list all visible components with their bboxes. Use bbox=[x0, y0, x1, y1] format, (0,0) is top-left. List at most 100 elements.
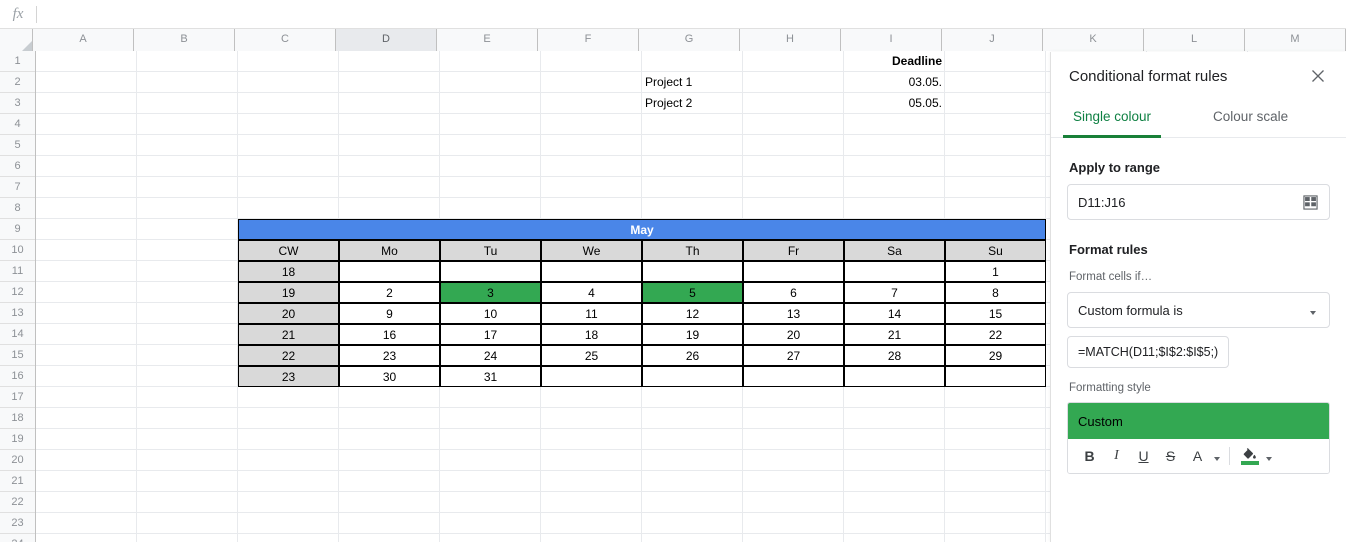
row-header-2[interactable]: 2 bbox=[0, 72, 35, 93]
calendar-header-tu[interactable]: Tu bbox=[440, 240, 541, 261]
column-header-j[interactable]: J bbox=[942, 29, 1043, 51]
calendar-day-cell[interactable]: 13 bbox=[743, 303, 844, 324]
calendar-day-cell[interactable]: 2 bbox=[339, 282, 440, 303]
formula-input[interactable] bbox=[37, 0, 1346, 29]
calendar-day-cell[interactable] bbox=[743, 261, 844, 282]
calendar-day-cell[interactable] bbox=[440, 261, 541, 282]
calendar-day-cell[interactable]: 15 bbox=[945, 303, 1046, 324]
row-header-5[interactable]: 5 bbox=[0, 135, 35, 156]
calendar-day-cell-highlighted[interactable]: 3 bbox=[440, 282, 541, 303]
row-header-18[interactable]: 18 bbox=[0, 408, 35, 429]
bold-button[interactable]: B bbox=[1076, 442, 1103, 470]
calendar-day-cell[interactable]: 30 bbox=[339, 366, 440, 387]
calendar-header-th[interactable]: Th bbox=[642, 240, 743, 261]
calendar-day-cell[interactable]: 22 bbox=[945, 324, 1046, 345]
fill-colour-chevron-down-icon[interactable] bbox=[1263, 442, 1275, 470]
column-header-l[interactable]: L bbox=[1144, 29, 1245, 51]
calendar-week-number[interactable]: 18 bbox=[238, 261, 339, 282]
calendar-day-cell[interactable] bbox=[844, 261, 945, 282]
calendar-week-number[interactable]: 19 bbox=[238, 282, 339, 303]
tab-single-colour[interactable]: Single colour bbox=[1063, 100, 1162, 138]
calendar-week-number[interactable]: 22 bbox=[238, 345, 339, 366]
calendar-day-cell[interactable]: 23 bbox=[339, 345, 440, 366]
calendar-day-cell[interactable]: 21 bbox=[844, 324, 945, 345]
column-header-m[interactable]: M bbox=[1245, 29, 1346, 51]
column-header-c[interactable]: C bbox=[235, 29, 336, 51]
column-header-a[interactable]: A bbox=[33, 29, 134, 51]
calendar-header-su[interactable]: Su bbox=[945, 240, 1046, 261]
calendar-day-cell[interactable]: 10 bbox=[440, 303, 541, 324]
calendar-header-fr[interactable]: Fr bbox=[743, 240, 844, 261]
calendar-day-cell[interactable]: 25 bbox=[541, 345, 642, 366]
calendar-header-we[interactable]: We bbox=[541, 240, 642, 261]
row-header-22[interactable]: 22 bbox=[0, 492, 35, 513]
column-header-g[interactable]: G bbox=[639, 29, 740, 51]
column-header-h[interactable]: H bbox=[740, 29, 841, 51]
row-header-15[interactable]: 15 bbox=[0, 345, 35, 366]
calendar-day-cell[interactable]: 26 bbox=[642, 345, 743, 366]
calendar-day-cell[interactable]: 18 bbox=[541, 324, 642, 345]
column-header-i[interactable]: I bbox=[841, 29, 942, 51]
row-header-6[interactable]: 6 bbox=[0, 156, 35, 177]
calendar-header-mo[interactable]: Mo bbox=[339, 240, 440, 261]
column-header-f[interactable]: F bbox=[538, 29, 639, 51]
column-header-d[interactable]: D bbox=[336, 29, 437, 51]
calendar-day-cell[interactable]: 16 bbox=[339, 324, 440, 345]
row-header-21[interactable]: 21 bbox=[0, 471, 35, 492]
calendar-day-cell[interactable]: 9 bbox=[339, 303, 440, 324]
tab-colour-scale[interactable]: Colour scale bbox=[1203, 100, 1298, 138]
fill-colour-icon[interactable] bbox=[1236, 442, 1263, 470]
calendar-week-number[interactable]: 21 bbox=[238, 324, 339, 345]
italic-button[interactable]: I bbox=[1103, 442, 1130, 470]
row-header-1[interactable]: 1 bbox=[0, 51, 35, 72]
row-header-9[interactable]: 9 bbox=[0, 219, 35, 240]
calendar-day-cell[interactable]: 11 bbox=[541, 303, 642, 324]
cell-I2-deadline-date[interactable]: 03.05. bbox=[844, 72, 945, 93]
cell-G3-project2[interactable]: Project 2 bbox=[642, 93, 743, 114]
column-header-k[interactable]: K bbox=[1043, 29, 1144, 51]
calendar-day-cell[interactable] bbox=[743, 366, 844, 387]
select-all-corner[interactable] bbox=[0, 29, 33, 51]
calendar-day-cell[interactable]: 7 bbox=[844, 282, 945, 303]
condition-dropdown[interactable]: Custom formula is bbox=[1067, 292, 1330, 328]
calendar-day-cell[interactable]: 24 bbox=[440, 345, 541, 366]
column-header-b[interactable]: B bbox=[134, 29, 235, 51]
close-icon[interactable] bbox=[1306, 64, 1330, 88]
cell-G2-project1[interactable]: Project 1 bbox=[642, 72, 743, 93]
row-header-10[interactable]: 10 bbox=[0, 240, 35, 261]
calendar-day-cell[interactable]: 1 bbox=[945, 261, 1046, 282]
row-header-23[interactable]: 23 bbox=[0, 513, 35, 534]
text-colour-button[interactable]: A bbox=[1184, 442, 1211, 470]
row-header-16[interactable]: 16 bbox=[0, 366, 35, 387]
row-header-20[interactable]: 20 bbox=[0, 450, 35, 471]
text-colour-chevron-down-icon[interactable] bbox=[1211, 442, 1223, 470]
calendar-header-sa[interactable]: Sa bbox=[844, 240, 945, 261]
calendar-day-cell[interactable] bbox=[339, 261, 440, 282]
row-header-8[interactable]: 8 bbox=[0, 198, 35, 219]
row-header-24[interactable]: 24 bbox=[0, 534, 35, 542]
row-header-14[interactable]: 14 bbox=[0, 324, 35, 345]
calendar-header-cw[interactable]: CW bbox=[238, 240, 339, 261]
row-header-19[interactable]: 19 bbox=[0, 429, 35, 450]
calendar-day-cell[interactable] bbox=[945, 366, 1046, 387]
row-header-13[interactable]: 13 bbox=[0, 303, 35, 324]
calendar-week-number[interactable]: 23 bbox=[238, 366, 339, 387]
calendar-day-cell[interactable]: 8 bbox=[945, 282, 1046, 303]
grid-select-icon[interactable] bbox=[1301, 193, 1319, 211]
cell-I3-deadline-date[interactable]: 05.05. bbox=[844, 93, 945, 114]
calendar-day-cell[interactable]: 28 bbox=[844, 345, 945, 366]
row-header-3[interactable]: 3 bbox=[0, 93, 35, 114]
calendar-day-cell[interactable]: 14 bbox=[844, 303, 945, 324]
row-header-11[interactable]: 11 bbox=[0, 261, 35, 282]
calendar-day-cell[interactable] bbox=[642, 261, 743, 282]
calendar-day-cell[interactable]: 29 bbox=[945, 345, 1046, 366]
custom-formula-input[interactable]: =MATCH(D11;$I$2:$I$5;) bbox=[1067, 336, 1230, 368]
strikethrough-button[interactable]: S bbox=[1157, 442, 1184, 470]
underline-button[interactable]: U bbox=[1130, 442, 1157, 470]
apply-to-range-field[interactable]: D11:J16 bbox=[1067, 184, 1330, 220]
calendar-day-cell[interactable] bbox=[642, 366, 743, 387]
row-header-4[interactable]: 4 bbox=[0, 114, 35, 135]
calendar-day-cell[interactable]: 12 bbox=[642, 303, 743, 324]
calendar-day-cell[interactable]: 4 bbox=[541, 282, 642, 303]
row-header-12[interactable]: 12 bbox=[0, 282, 35, 303]
